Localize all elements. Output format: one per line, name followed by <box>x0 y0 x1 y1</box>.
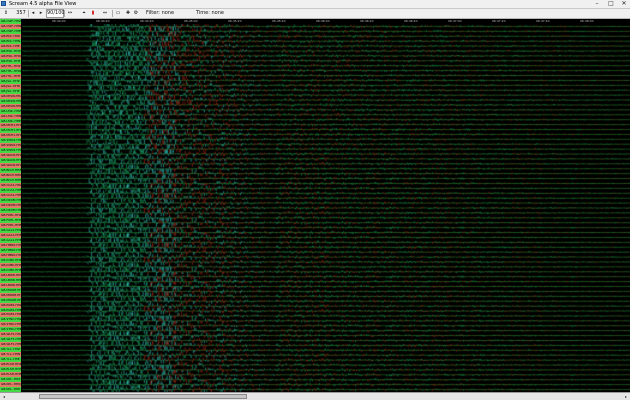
marker-icon: ▮ <box>91 10 95 16</box>
waveform-plot[interactable] <box>22 24 630 392</box>
toolbar-separator <box>112 10 113 17</box>
close-button[interactable]: ✕ <box>617 0 630 8</box>
time-label: Time: none <box>196 10 224 16</box>
toolbar: ⇕ 357 ◂ ▸ 90/100 ↔ ⌖ ▮ ⇔ ▭ ✚ ⚙ Filter: none Time: non… <box>0 9 630 19</box>
timebase-button[interactable]: ↔ <box>66 9 74 18</box>
filter-label: Filter: none <box>146 10 175 16</box>
toolbar-separator <box>28 10 29 17</box>
window-title: Scream 4.5 alpha File View <box>9 1 77 7</box>
step-back-button[interactable]: ◂ <box>30 9 36 18</box>
fit-button[interactable]: ⇔ <box>100 9 110 18</box>
channel-list: GB.CWF..HHZ GB.CWF..HHN GB.CWF..HHE GB.EDI.… <box>0 19 22 392</box>
horizontal-scrollbar[interactable]: ◂ ▸ <box>0 392 630 400</box>
play-button[interactable]: ▸ <box>38 9 44 18</box>
filter-icon: ⇕ <box>3 10 9 16</box>
maximize-button[interactable]: □ <box>604 0 618 8</box>
scrollbar-thumb[interactable] <box>38 394 248 399</box>
scroll-right-icon[interactable]: ▸ <box>622 393 630 400</box>
settings-button[interactable]: ⚙ <box>132 9 140 18</box>
scroll-left-icon[interactable]: ◂ <box>0 393 8 400</box>
toolbar-separator <box>64 10 65 17</box>
window-icon: ▭ <box>115 10 121 16</box>
minimize-button[interactable]: – <box>590 0 604 8</box>
sample-rate[interactable]: 90/100 <box>46 9 65 18</box>
app-icon <box>1 1 6 6</box>
title-bar: Scream 4.5 alpha File View – □ ✕ <box>0 0 630 9</box>
pick-button[interactable]: ✚ <box>124 9 132 18</box>
trigger-button[interactable]: ⌖ <box>80 9 88 18</box>
zoom-value[interactable]: 357 <box>14 9 28 18</box>
